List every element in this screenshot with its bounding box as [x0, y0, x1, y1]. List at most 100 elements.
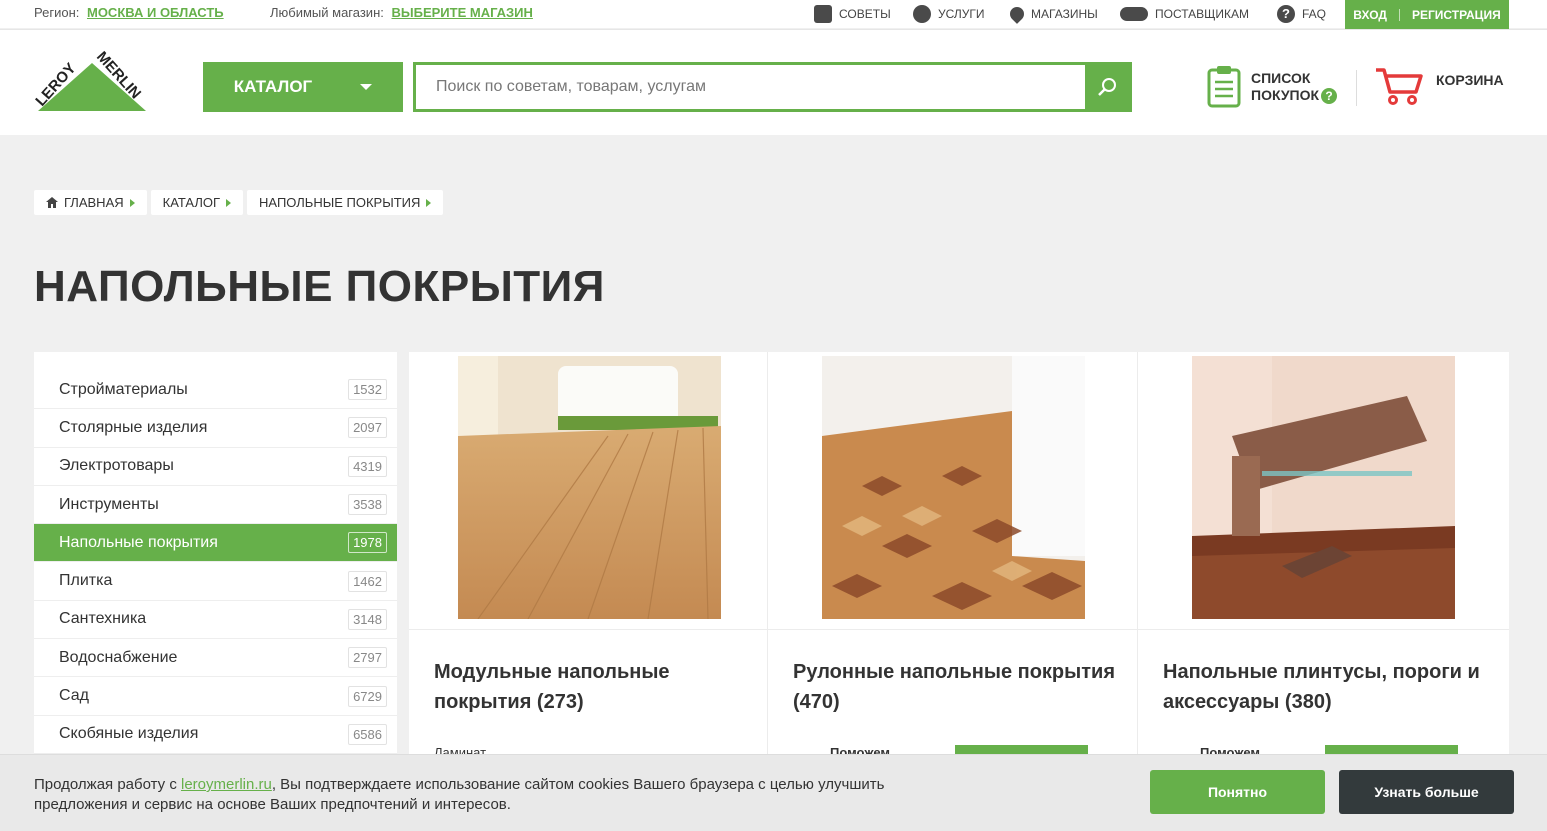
favorite-store-link[interactable]: ВЫБЕРИТЕ МАГАЗИН: [392, 5, 533, 20]
card-divider: [1138, 629, 1509, 630]
card-divider: [409, 629, 767, 630]
nav-services[interactable]: УСЛУГИ: [913, 0, 985, 28]
region-label: Регион:: [34, 5, 80, 20]
chevron-down-icon: [360, 84, 373, 90]
breadcrumb-catalog-label: КАТАЛОГ: [162, 195, 221, 210]
sidebar-item-label: Столярные изделия: [59, 418, 208, 436]
nav-tips[interactable]: СОВЕТЫ: [814, 0, 891, 28]
header-divider: [1356, 70, 1357, 106]
category-card-rolled[interactable]: Рулонные напольные покрытия (470) Поможе…: [768, 352, 1138, 772]
chevron-right-icon: [426, 198, 432, 207]
nav-suppliers-label: ПОСТАВЩИКАМ: [1155, 7, 1250, 21]
card-title[interactable]: Рулонные напольные покрытия (470): [793, 657, 1115, 717]
chevron-right-icon: [129, 198, 135, 207]
sidebar-item-count: 1462: [348, 570, 387, 592]
category-card-skirting[interactable]: Напольные плинтусы, пороги и аксессуары …: [1138, 352, 1509, 772]
sidebar-item-joinery[interactable]: Столярные изделия 2097: [34, 409, 397, 448]
favorite-store-selector: Любимый магазин: ВЫБЕРИТЕ МАГАЗИН: [270, 5, 533, 20]
nav-suppliers[interactable]: ПОСТАВЩИКАМ: [1120, 0, 1249, 28]
breadcrumb-catalog[interactable]: КАТАЛОГ: [150, 190, 244, 215]
sidebar-item-label: Инструменты: [59, 495, 159, 513]
category-cards: Модульные напольные покрытия (273) Ламин…: [409, 352, 1509, 772]
card-divider: [768, 629, 1137, 630]
sidebar-item-count: 2797: [348, 647, 387, 669]
leroy-merlin-logo[interactable]: LEROY MERLIN: [34, 45, 150, 113]
breadcrumb-current-label: НАПОЛЬНЫЕ ПОКРЫТИЯ: [259, 195, 421, 210]
tips-icon: [814, 5, 832, 23]
search-input[interactable]: [416, 65, 1086, 109]
cart[interactable]: КОРЗИНА: [1374, 66, 1504, 106]
catalog-button[interactable]: КАТАЛОГ: [203, 62, 403, 112]
catalog-label: КАТАЛОГ: [233, 77, 313, 96]
location-pin-icon: [1007, 4, 1027, 24]
cookie-learn-more-button[interactable]: Узнать больше: [1339, 770, 1514, 814]
nav-faq-label: FAQ: [1302, 7, 1327, 21]
sidebar-item-tiles[interactable]: Плитка 1462: [34, 562, 397, 601]
top-bar: Регион: МОСКВА И ОБЛАСТЬ Любимый магазин…: [0, 0, 1547, 29]
cookie-text-before: Продолжая работу с: [34, 776, 181, 793]
gear-icon: [913, 5, 931, 23]
nav-stores[interactable]: МАГАЗИНЫ: [1007, 0, 1098, 28]
breadcrumb: ГЛАВНАЯ КАТАЛОГ НАПОЛЬНЫЕ ПОКРЫТИЯ: [34, 190, 444, 215]
category-sidebar: Стройматериалы 1532 Столярные изделия 2097…: [34, 352, 397, 772]
clipboard-icon: [1207, 66, 1241, 108]
sidebar-item-tools[interactable]: Инструменты 3538: [34, 486, 397, 525]
card-title[interactable]: Модульные напольные покрытия (273): [434, 657, 670, 717]
shopping-list-line2: ПОКУПОК: [1251, 86, 1320, 103]
sidebar-item-electrical[interactable]: Электротовары 4319: [34, 448, 397, 486]
sidebar-item-label: Электротовары: [59, 457, 174, 475]
nav-faq[interactable]: ? FAQ: [1277, 0, 1326, 28]
search-icon: [1098, 78, 1116, 96]
cookie-site-link[interactable]: leroymerlin.ru: [181, 776, 272, 793]
card-title-line2: (470): [793, 691, 840, 713]
sidebar-item-count: 3148: [348, 608, 387, 630]
sidebar-item-count: 4319: [348, 455, 387, 477]
sidebar-item-plumbing[interactable]: Сантехника 3148: [34, 601, 397, 640]
sidebar-item-count: 6729: [348, 685, 387, 707]
sidebar-item-label: Напольные покрытия: [59, 533, 218, 551]
breadcrumb-home[interactable]: ГЛАВНАЯ: [34, 190, 147, 215]
sidebar-item-count: 1532: [348, 379, 387, 401]
rolled-floor-image[interactable]: [822, 356, 1085, 619]
nav-stores-label: МАГАЗИНЫ: [1031, 7, 1098, 21]
card-title[interactable]: Напольные плинтусы, пороги и аксессуары …: [1163, 657, 1480, 717]
cookie-message: Продолжая работу с leroymerlin.ru, Вы по…: [34, 775, 954, 815]
header: LEROY MERLIN КАТАЛОГ СПИСОК ПОКУПОК?: [0, 29, 1547, 135]
sidebar-item-flooring[interactable]: Напольные покрытия 1978: [34, 524, 397, 563]
laminate-floor-image[interactable]: [458, 356, 721, 619]
card-title-line1: Модульные напольные: [434, 661, 670, 683]
category-card-modular[interactable]: Модульные напольные покрытия (273) Ламин…: [409, 352, 768, 772]
region-selector: Регион: МОСКВА И ОБЛАСТЬ: [34, 5, 224, 20]
sidebar-item-hardware[interactable]: Скобяные изделия 6586: [34, 716, 397, 754]
sidebar-item-count: 3538: [348, 494, 387, 516]
login-link[interactable]: ВХОД: [1353, 8, 1387, 22]
cookie-accept-button[interactable]: Понятно: [1150, 770, 1325, 814]
help-icon[interactable]: ?: [1321, 88, 1338, 105]
favorite-store-label: Любимый магазин:: [270, 5, 384, 20]
sidebar-item-count: 2097: [348, 417, 387, 439]
home-icon: [46, 197, 58, 208]
breadcrumb-current[interactable]: НАПОЛЬНЫЕ ПОКРЫТИЯ: [247, 190, 444, 215]
sidebar-item-water-supply[interactable]: Водоснабжение 2797: [34, 639, 397, 678]
nav-tips-label: СОВЕТЫ: [839, 7, 891, 21]
search-bar: [413, 62, 1132, 112]
handshake-icon: [1120, 7, 1148, 21]
shopping-list-line1: СПИСОК: [1251, 69, 1311, 86]
cookie-banner: Продолжая работу с leroymerlin.ru, Вы по…: [0, 754, 1547, 831]
sidebar-item-garden[interactable]: Сад 6729: [34, 677, 397, 716]
cart-label: КОРЗИНА: [1436, 72, 1504, 88]
breadcrumb-home-label: ГЛАВНАЯ: [64, 195, 124, 210]
region-link[interactable]: МОСКВА И ОБЛАСТЬ: [87, 5, 224, 20]
shopping-list[interactable]: СПИСОК ПОКУПОК?: [1207, 66, 1338, 108]
card-title-line2: аксессуары (380): [1163, 691, 1332, 713]
card-title-line2: покрытия (273): [434, 691, 584, 713]
sidebar-item-label: Стройматериалы: [59, 380, 188, 398]
register-link[interactable]: РЕГИСТРАЦИЯ: [1412, 8, 1501, 22]
skirting-board-image[interactable]: [1192, 356, 1455, 619]
chevron-right-icon: [226, 198, 232, 207]
nav-services-label: УСЛУГИ: [938, 7, 985, 21]
card-title-line1: Рулонные напольные покрытия: [793, 661, 1115, 683]
question-icon: ?: [1277, 5, 1295, 23]
sidebar-item-building-materials[interactable]: Стройматериалы 1532: [34, 371, 397, 410]
search-button[interactable]: [1085, 65, 1129, 109]
